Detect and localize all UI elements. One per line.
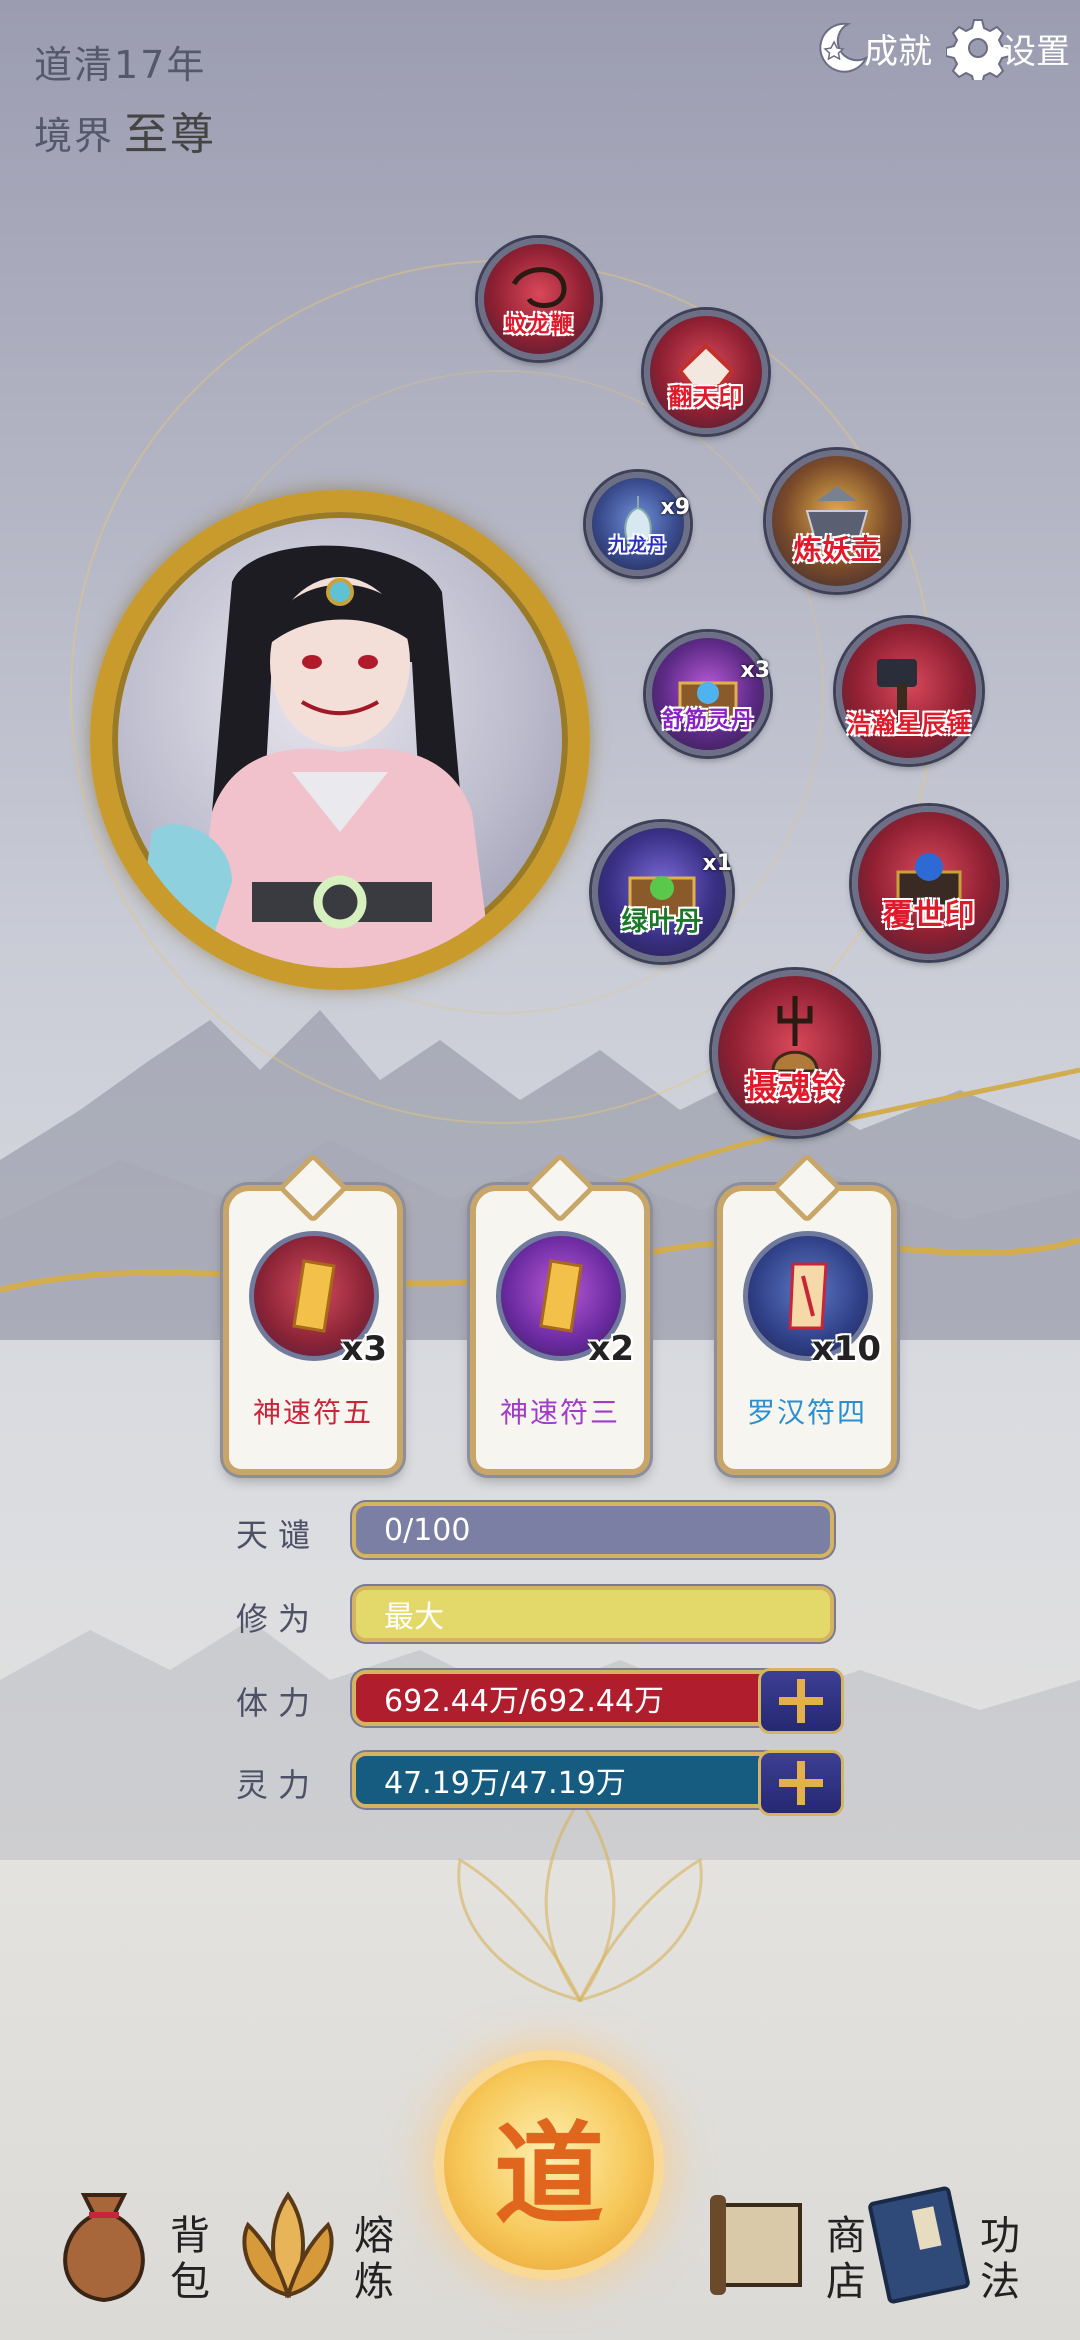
- item-name: 九龙丹: [609, 535, 667, 557]
- item-cauldron[interactable]: 炼妖壶: [766, 450, 908, 592]
- realm-value: 至尊: [124, 109, 217, 160]
- stat-value: 0/100: [384, 1512, 471, 1548]
- nav-smelt[interactable]: 熔炼: [228, 2175, 400, 2305]
- item-hammer[interactable]: 浩瀚星辰锤: [836, 618, 982, 764]
- item-count: x3: [740, 658, 771, 684]
- stat-value: 692.44万/692.44万: [384, 1684, 665, 1719]
- lotus-furnace-icon: [242, 2191, 334, 2299]
- item-name: 蚊龙鞭: [504, 312, 574, 338]
- achievement-button[interactable]: 成就: [808, 16, 932, 80]
- talisman-count: x2: [588, 1329, 634, 1369]
- item-count: x1: [702, 851, 733, 877]
- item-name: 摄魂铃: [745, 1068, 845, 1107]
- achievement-label: 成就: [864, 31, 932, 72]
- nav-bag-label: 背包: [170, 2213, 210, 2305]
- add-tili-button[interactable]: [758, 1668, 844, 1734]
- talisman-name: 罗汉符四: [746, 1396, 867, 1429]
- talisman-count: x10: [811, 1329, 881, 1369]
- nav-bag[interactable]: 背包: [44, 2175, 216, 2305]
- nav-skills-label: 功法: [980, 2213, 1020, 2305]
- nav-skills[interactable]: 功法: [864, 2175, 1026, 2305]
- talisman-card-luohan-four[interactable]: x10 罗汉符四: [717, 1152, 897, 1475]
- stat-bar-tianqian: 0/100: [352, 1502, 834, 1558]
- scroll-map-icon: [710, 2195, 802, 2295]
- stat-label-tianqian: 天谴: [236, 1516, 321, 1554]
- settings-button[interactable]: 设置: [946, 16, 1070, 80]
- settings-label: 设置: [1002, 31, 1070, 72]
- item-pill-shujin[interactable]: x3 舒筋灵丹: [646, 632, 770, 756]
- talisman-name: 神速符五: [252, 1396, 373, 1429]
- stat-label-tili: 体力: [236, 1684, 321, 1722]
- character-portrait[interactable]: [90, 490, 590, 990]
- nav-shop[interactable]: 商店: [700, 2175, 872, 2305]
- add-lingli-button[interactable]: [758, 1750, 844, 1816]
- item-pill-jiulong[interactable]: x9 九龙丹: [586, 472, 690, 576]
- year-text: 道清17年: [34, 43, 207, 87]
- realm-label: 境界: [34, 114, 115, 158]
- book-icon: [868, 2186, 970, 2304]
- bag-icon: [63, 2193, 145, 2303]
- item-count: x9: [660, 494, 691, 520]
- item-seal-fantian[interactable]: 翻天印: [644, 310, 768, 434]
- lotus-decoration: [457, 1797, 703, 2003]
- talisman-card-shensu-three[interactable]: x2 神速符三: [470, 1152, 650, 1475]
- stat-label-lingli: 灵力: [236, 1766, 321, 1804]
- item-name: 浩瀚星辰锤: [846, 710, 972, 739]
- talisman-count: x3: [341, 1329, 387, 1369]
- stat-bar-lingli: 47.19万/47.19万: [352, 1750, 844, 1816]
- stat-bar-xiuwei: 最大: [352, 1586, 834, 1642]
- stat-value: 47.19万/47.19万: [384, 1766, 626, 1801]
- item-bell[interactable]: 摄魂铃: [712, 970, 878, 1136]
- item-name: 覆世印: [882, 898, 976, 934]
- talisman-name: 神速符三: [499, 1396, 620, 1429]
- item-name: 舒筋灵丹: [661, 708, 754, 734]
- character-avatar: [132, 545, 492, 968]
- dao-cultivate-button[interactable]: 道: [444, 2060, 654, 2270]
- item-name: 炼妖壶: [793, 532, 881, 566]
- talisman-card-shensu-five[interactable]: x3 神速符五: [223, 1152, 403, 1475]
- item-name: 绿叶丹: [621, 907, 703, 938]
- item-pill-lvye[interactable]: x1 绿叶丹: [592, 822, 732, 962]
- dao-glyph: 道: [494, 2110, 604, 2239]
- gear-icon: [946, 19, 1010, 80]
- stat-value: 最大: [384, 1600, 444, 1635]
- realm-row: 境界 至尊: [34, 98, 216, 162]
- plus-icon: [779, 1679, 823, 1723]
- item-name: 翻天印: [668, 383, 744, 412]
- moon-star-icon: [819, 22, 869, 73]
- nav-smelt-label: 熔炼: [354, 2213, 394, 2305]
- stat-bar-tili: 692.44万/692.44万: [352, 1668, 844, 1734]
- item-seal-fushi[interactable]: 覆世印: [852, 806, 1006, 960]
- item-whip[interactable]: 蚊龙鞭: [478, 238, 600, 360]
- stat-label-xiuwei: 修为: [236, 1600, 321, 1638]
- plus-icon: [779, 1761, 823, 1805]
